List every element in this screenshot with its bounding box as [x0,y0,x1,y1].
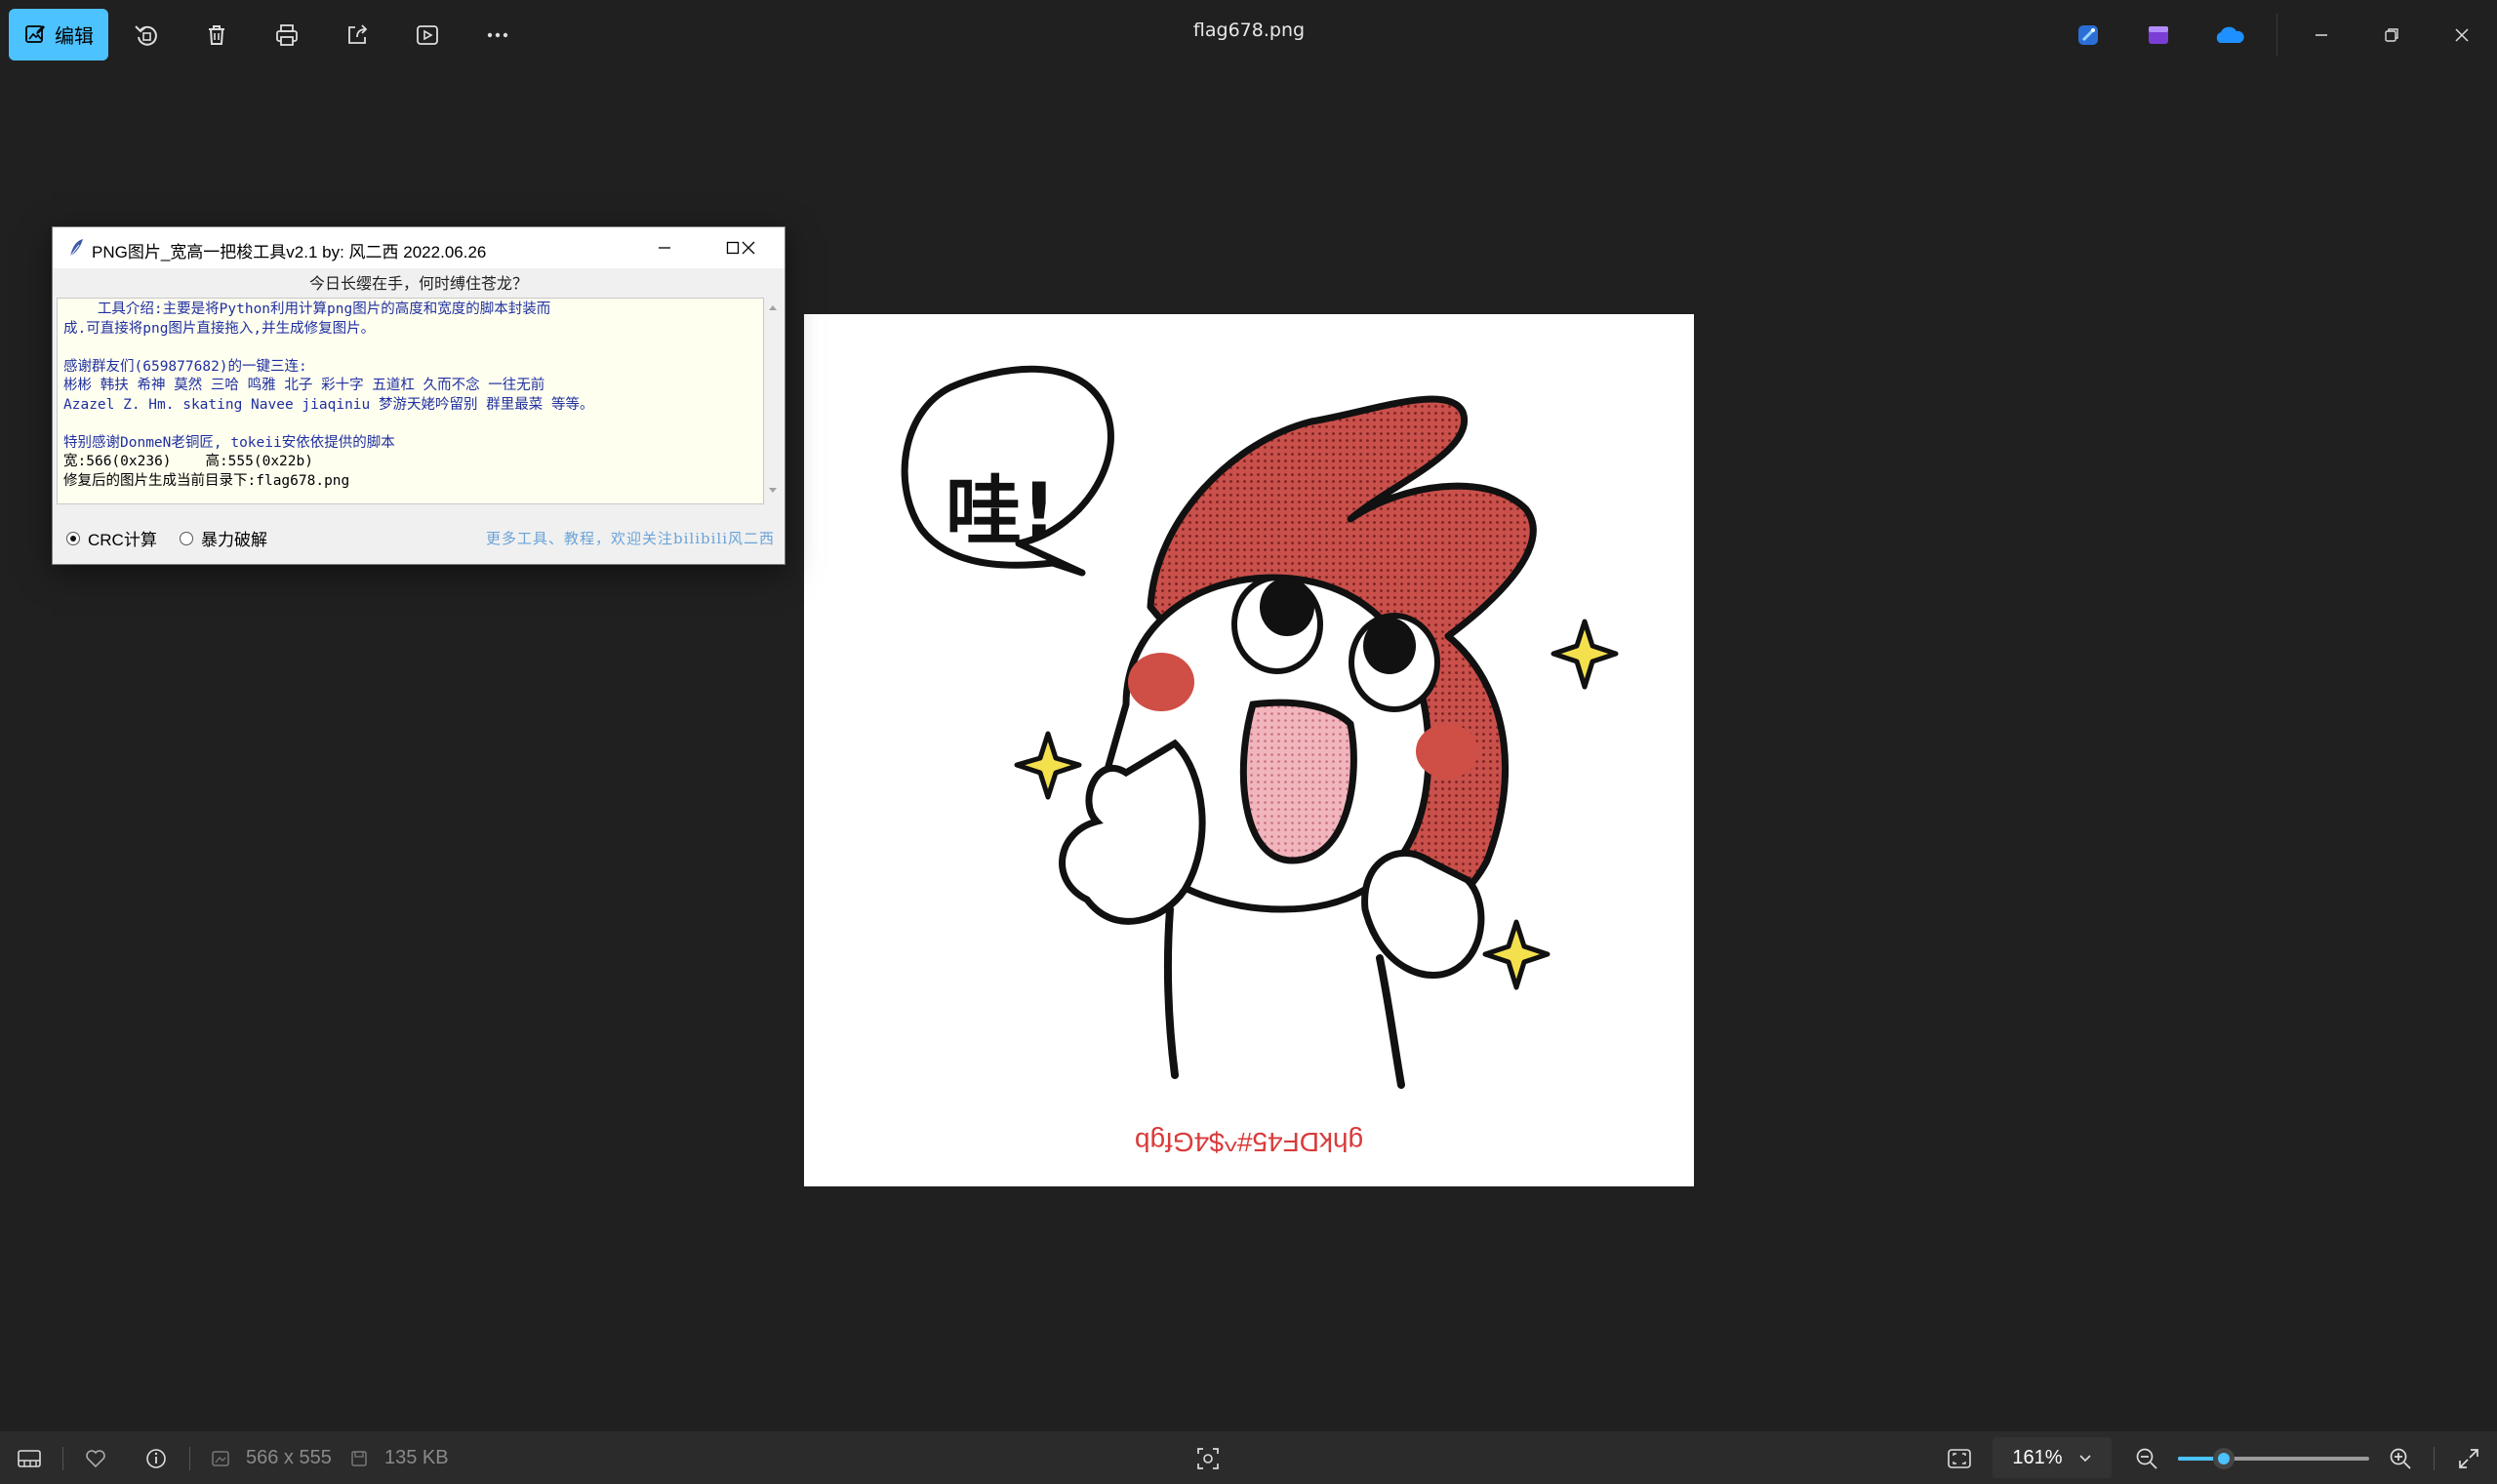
delete-icon[interactable] [199,18,234,53]
radio-bruteforce-label: 暴力破解 [201,531,267,549]
visual-search-icon[interactable] [1194,1445,1222,1472]
text-line: Azazel Z. Hm. skating Navee jiaqiniu 梦游天… [63,396,594,413]
filesize-icon [345,1445,373,1472]
file-size: 135 KB [384,1447,449,1468]
zoom-slider[interactable] [2178,1448,2369,1469]
tool-scrollbar[interactable] [764,298,782,502]
status-separator [62,1447,63,1470]
image-dimensions: 566 x 555 [246,1447,332,1468]
zoom-slider-thumb[interactable] [2213,1448,2235,1469]
status-bar: 566 x 555 135 KB 161% [0,1431,2497,1484]
fit-to-window-icon[interactable] [1946,1445,1973,1472]
output-path-line: 修复后的图片生成当前目录下:flag678.png [63,472,350,489]
png-tool-window: PNG图片_宽高一把梭工具v2.1 by: 风二西 2022.06.26 今日长… [52,226,785,565]
text-line: 感谢群友们(659877682)的一键三连: [63,358,307,375]
edit-image-icon [25,24,45,43]
flag-text: ghkDF45#^$4Gfgb [1134,1127,1364,1157]
text-line: 特别感谢DonmeN老铜匠, tokeii安依依提供的脚本 [63,434,395,451]
close-icon[interactable] [2444,18,2479,53]
minimize-icon[interactable] [2304,18,2339,53]
info-icon[interactable] [142,1445,170,1472]
zoom-out-icon[interactable] [2133,1445,2160,1472]
chevron-down-icon [2079,1455,2091,1463]
scroll-up-icon[interactable] [768,303,778,311]
image-canvas: 哇! ghkDF45#^$4Gfgb [804,314,1694,1186]
designer-icon[interactable] [2071,18,2106,53]
tool-subtitle: 今日长缨在手，何时缚住苍龙？ [308,274,528,293]
radio-bruteforce-dot[interactable] [180,531,193,545]
radio-crc-dot[interactable] [66,531,80,545]
zoom-level: 161% [2012,1446,2063,1468]
rotate-icon[interactable] [129,18,164,53]
bilibili-link[interactable]: 更多工具、教程，欢迎关注bilibili风二西 [486,528,775,548]
clipchamp-icon[interactable] [2141,18,2176,53]
radio-bruteforce[interactable]: 暴力破解 [180,526,267,550]
fullscreen-icon[interactable] [2455,1445,2482,1472]
zoom-in-icon[interactable] [2387,1445,2414,1472]
tool-close-icon[interactable] [734,233,763,262]
tool-output-text: 工具介绍:主要是将Python利用计算png图片的高度和宽度的脚本封装而 成.可… [57,298,764,504]
status-separator [189,1447,190,1470]
edit-button-label: 编辑 [55,24,94,48]
status-separator [2434,1447,2435,1470]
window-title: flag678.png [1192,20,1306,41]
tool-titlebar[interactable]: PNG图片_宽高一把梭工具v2.1 by: 风二西 2022.06.26 [53,227,785,268]
top-toolbar: 编辑 flag678.png [0,0,2497,70]
sticker-illustration [901,365,1619,1089]
text-line: 彬彬 韩扶 希神 莫然 三哈 鸣雅 北子 彩十字 五道杠 久而不念 一往无前 [63,378,545,393]
print-icon[interactable] [269,18,304,53]
tool-footer: CRC计算 暴力破解 更多工具、教程，欢迎关注bilibili风二西 [53,516,785,555]
toolbar-separator [2276,14,2277,57]
scroll-down-icon[interactable] [768,487,778,495]
edit-button[interactable]: 编辑 [9,9,108,60]
radio-crc-label: CRC计算 [88,531,157,549]
speech-text: 哇! [946,468,1057,556]
restore-icon[interactable] [2374,18,2409,53]
more-icon[interactable] [480,18,515,53]
dimensions-icon [207,1445,234,1472]
onedrive-icon[interactable] [2211,18,2246,53]
radio-crc[interactable]: CRC计算 [66,526,157,550]
favorite-icon[interactable] [82,1445,109,1472]
tool-title: PNG图片_宽高一把梭工具v2.1 by: 风二西 2022.06.26 [92,243,487,261]
zoom-dropdown[interactable]: 161% [1993,1437,2112,1478]
size-line: 宽:566(0x236) 高:555(0x22b) [63,454,313,469]
feather-icon [69,239,83,258]
slideshow-icon[interactable] [410,18,445,53]
text-line: 工具介绍:主要是将Python利用计算png图片的高度和宽度的脚本封装而 [63,301,551,317]
share-icon[interactable] [340,18,375,53]
text-line: 成.可直接将png图片直接拖入,并生成修复图片。 [63,320,376,337]
filmstrip-icon[interactable] [16,1445,43,1472]
tool-minimize-icon[interactable] [650,233,679,262]
